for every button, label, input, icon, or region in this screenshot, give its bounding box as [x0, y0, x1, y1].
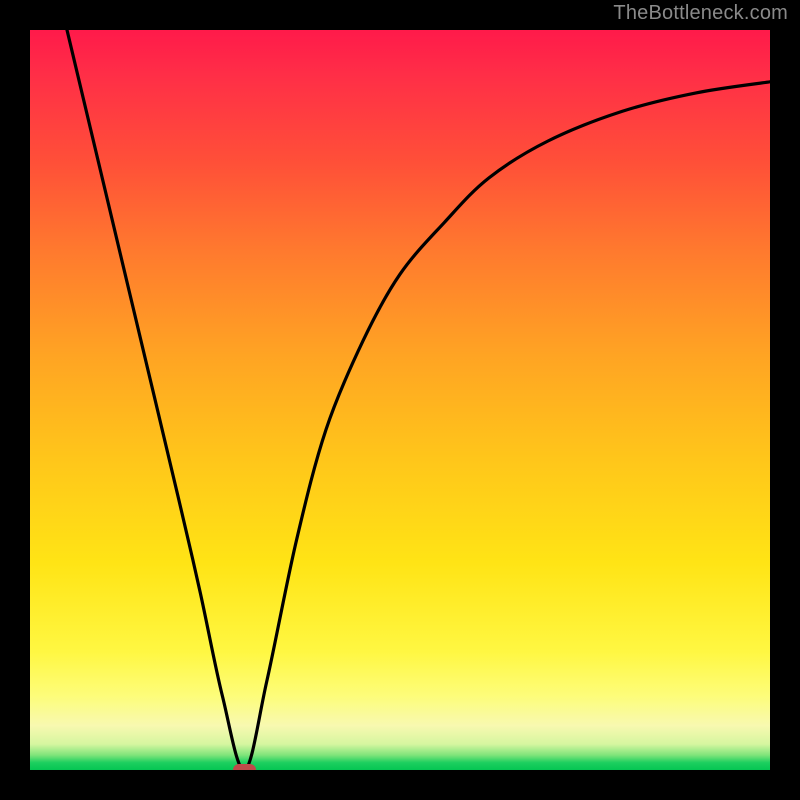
- bottleneck-curve-path: [67, 30, 770, 770]
- bottleneck-curve: [30, 30, 770, 770]
- watermark-text: TheBottleneck.com: [613, 2, 788, 25]
- plot-area: [30, 30, 770, 770]
- min-marker: [233, 764, 257, 770]
- chart-container: TheBottleneck.com: [0, 0, 800, 800]
